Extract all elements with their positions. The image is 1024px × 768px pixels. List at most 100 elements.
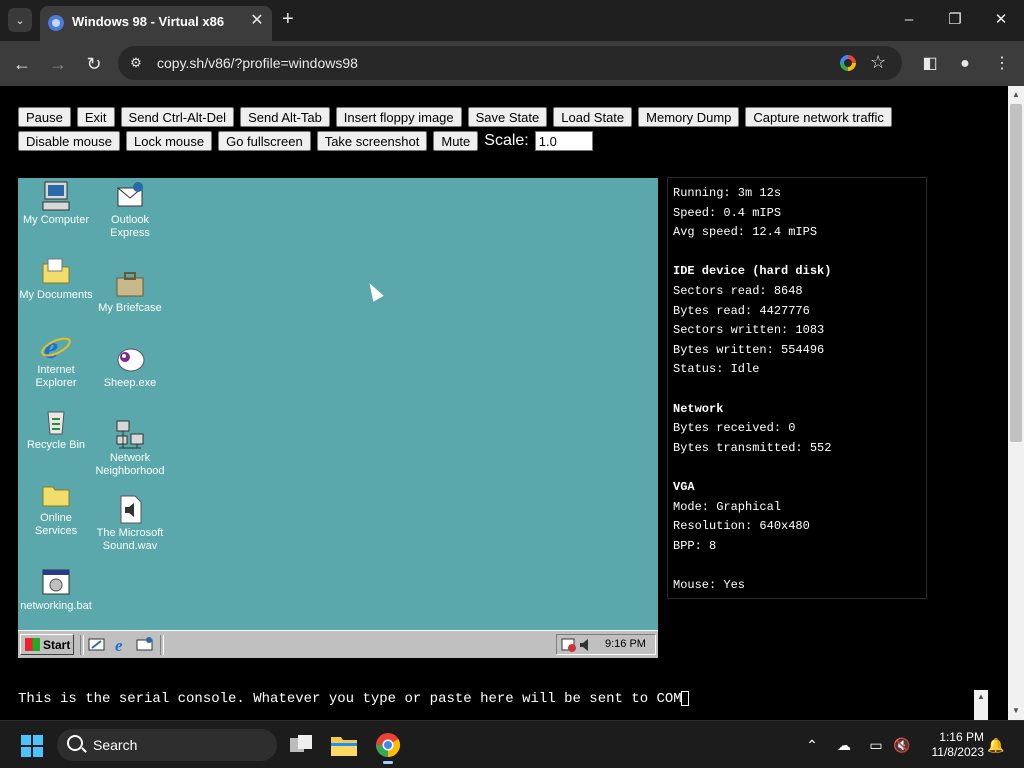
network-icon [114,418,146,450]
back-icon[interactable]: ← [10,52,34,76]
serial-console[interactable]: This is the serial console. Whatever you… [18,690,974,720]
memory-dump-button[interactable]: Memory Dump [638,107,740,127]
scrollbar-thumb[interactable] [1010,104,1022,442]
recycle-bin-icon [40,405,72,437]
scroll-up-icon[interactable]: ▲ [1008,88,1024,102]
stat-bytes-read: Bytes read: 4427776 [673,303,810,318]
show-desktop-icon[interactable] [88,636,105,653]
clock-date: 11/8/2023 [931,745,985,759]
onedrive-icon[interactable]: ☁ [834,735,854,755]
stat-vga-title: VGA [673,479,695,494]
search-icon [67,735,83,751]
desktop-icon-label: Online Services [34,512,78,537]
start-button[interactable]: Start [20,634,74,655]
forward-icon[interactable]: → [46,52,70,76]
bookmark-star-icon[interactable]: ☆ [870,52,886,73]
browser-tab[interactable]: Windows 98 - Virtual x86 ✕ [40,6,272,41]
site-info-icon[interactable]: ⚙ [128,55,144,71]
network-status-icon[interactable]: ▭ [866,735,886,755]
lock-mouse-button[interactable]: Lock mouse [126,131,213,151]
tab-search-button[interactable]: ⌄ [8,8,32,32]
desktop-icon-label: Recycle Bin [26,439,86,451]
desktop-icon-label: Sheep.exe [103,377,157,389]
stat-speed: Speed: 0.4 mIPS [673,205,782,220]
desktop-icon-label: Network Neighborhood [95,452,165,477]
windows-start-icon[interactable] [21,735,43,757]
minimize-window-icon[interactable]: – [894,8,924,32]
scroll-up-icon[interactable]: ▲ [974,692,988,702]
reload-icon[interactable]: ↻ [82,52,106,76]
scheduler-tray-icon[interactable] [561,637,577,653]
taskbar-search[interactable]: Search [57,729,277,761]
menu-kebab-icon[interactable]: ⋮ [990,52,1014,76]
tab-close-icon[interactable]: ✕ [248,12,266,30]
browser-toolbar: ← → ↻ ⚙ copy.sh/v86/?profile=windows98 ☆… [0,41,1024,86]
address-bar[interactable]: ⚙ copy.sh/v86/?profile=windows98 ☆ [118,46,902,80]
desktop-icon-sheep[interactable]: Sheep.exe [93,343,167,390]
stat-mouse: Mouse: Yes [673,577,746,592]
fullscreen-button[interactable]: Go fullscreen [218,131,311,151]
volume-muted-icon[interactable]: 🔇 [892,735,912,755]
taskbar-divider [80,635,84,655]
desktop-icon-online-services[interactable]: Online Services [19,478,93,538]
internet-explorer-quicklaunch-icon[interactable]: e [113,636,130,655]
volume-tray-icon[interactable] [579,637,593,653]
desktop-icon-network-neighborhood[interactable]: Network Neighborhood [93,418,167,478]
stat-bytes-written: Bytes written: 554496 [673,342,825,357]
desktop-icon-label: The Microsoft Sound.wav [96,527,164,552]
emulator-stats-panel: Running: 3m 12s Speed: 0.4 mIPS Avg spee… [667,177,927,599]
pause-button[interactable]: Pause [18,107,71,127]
send-alt-tab-button[interactable]: Send Alt-Tab [240,107,330,127]
scale-label: Scale: [484,132,529,149]
outlook-express-icon [114,180,146,212]
desktop-icon-label: Outlook Express [110,214,150,239]
stat-sectors-written: Sectors written: 1083 [673,323,825,338]
show-hidden-icons-icon[interactable]: ⌃ [802,735,822,755]
mute-button[interactable]: Mute [433,131,479,151]
desktop-icon-outlook-express[interactable]: Outlook Express [93,180,167,240]
google-lens-icon[interactable] [840,55,856,71]
page-scrollbar[interactable]: ▲ ▼ [1008,86,1024,720]
close-window-icon[interactable]: ✕ [986,8,1016,32]
side-panel-icon[interactable]: ◧ [918,52,942,76]
send-ctrl-alt-del-button[interactable]: Send Ctrl-Alt-Del [120,107,235,127]
scale-input[interactable]: 1.0 [534,131,593,151]
sound-file-icon [114,493,146,525]
desktop-icon-networking-bat[interactable]: networking.bat [19,566,93,613]
desktop-icon-label: My Documents [19,289,93,301]
serial-console-scrollbar[interactable]: ▲ [974,690,988,720]
stat-network-title: Network [673,401,724,416]
chrome-icon[interactable] [372,729,404,764]
win98-clock[interactable]: 9:16 PM [605,638,646,650]
emulator-controls-row-2: Disable mouse Lock mouse Go fullscreen T… [18,131,593,151]
file-explorer-icon[interactable] [328,729,360,761]
screenshot-button[interactable]: Take screenshot [316,131,428,151]
disable-mouse-button[interactable]: Disable mouse [18,131,120,151]
clock-time: 1:16 PM [939,730,984,744]
serial-console-text: This is the serial console. Whatever you… [18,691,682,707]
address-url[interactable]: copy.sh/v86/?profile=windows98 [157,55,358,71]
notification-bell-icon[interactable]: 🔔 [986,735,1006,755]
restore-window-icon[interactable]: ❐ [940,8,970,32]
windows-taskbar: Search ⌃ ☁ ▭ 🔇 1:16 PM 11/8/2023 🔔 [0,720,1024,768]
load-state-button[interactable]: Load State [553,107,633,127]
emulator-controls-row-1: Pause Exit Send Ctrl-Alt-Del Send Alt-Ta… [18,107,892,127]
desktop-icon-my-computer[interactable]: My Computer [19,180,93,227]
scroll-down-icon[interactable]: ▼ [1008,704,1024,718]
outlook-quicklaunch-icon[interactable] [136,636,153,653]
desktop-icon-internet-explorer[interactable]: e Internet Explorer [19,329,93,390]
profile-icon[interactable]: ● [953,52,977,76]
save-state-button[interactable]: Save State [467,107,548,127]
exit-button[interactable]: Exit [76,107,115,127]
desktop-icon-my-documents[interactable]: My Documents [19,255,93,302]
desktop-icon-my-briefcase[interactable]: My Briefcase [93,268,167,315]
insert-floppy-button[interactable]: Insert floppy image [335,107,462,127]
task-view-icon[interactable] [285,729,317,761]
capture-network-button[interactable]: Capture network traffic [745,107,892,127]
v86-favicon-icon [48,15,64,31]
emulator-screen[interactable]: My Computer Outlook Express My Documents… [18,178,658,658]
new-tab-icon[interactable]: + [282,9,294,29]
desktop-icon-recycle-bin[interactable]: Recycle Bin [19,405,93,452]
desktop-icon-microsoft-sound[interactable]: The Microsoft Sound.wav [93,493,167,553]
taskbar-clock[interactable]: 1:16 PM 11/8/2023 [914,730,985,760]
